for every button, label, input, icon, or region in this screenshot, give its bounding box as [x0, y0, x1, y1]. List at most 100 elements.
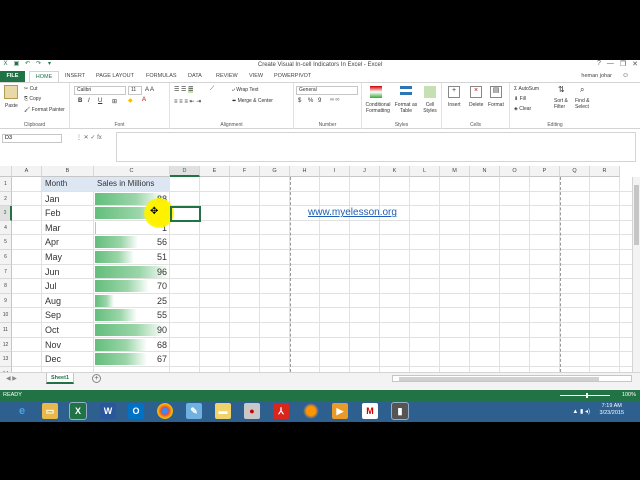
sales-cell[interactable]: 67 — [94, 352, 167, 366]
paint-icon[interactable]: ● — [244, 403, 260, 419]
clock[interactable]: 7:19 AM 3/23/2015 — [600, 403, 624, 417]
row-header-12[interactable]: 12 — [0, 337, 12, 353]
website-link[interactable]: www.myelesson.org — [308, 207, 397, 218]
column-header-f[interactable]: F — [230, 166, 260, 177]
row-header-11[interactable]: 11 — [0, 323, 12, 338]
tab-page-layout[interactable]: PAGE LAYOUT — [96, 73, 134, 79]
month-cell[interactable]: Nov — [45, 338, 61, 352]
autosum-button[interactable]: Σ AutoSum — [514, 86, 539, 92]
column-header-n[interactable]: N — [470, 166, 500, 177]
row-header-10[interactable]: 10 — [0, 308, 12, 323]
month-header[interactable]: Month — [42, 177, 94, 191]
sales-cell[interactable]: 55 — [94, 308, 167, 322]
add-sheet-icon[interactable]: + — [92, 374, 101, 383]
outlook-icon[interactable]: O — [128, 403, 144, 419]
font-size-select[interactable]: 11 — [128, 86, 142, 95]
column-header-i[interactable]: I — [320, 166, 350, 177]
decimal-icon[interactable]: ⁰⁰ ⁰⁰ — [330, 98, 339, 104]
explorer-icon[interactable]: ▭ — [42, 403, 58, 419]
app-icon[interactable]: ▮ — [391, 402, 409, 420]
month-cell[interactable]: Feb — [45, 206, 61, 220]
row-header-9[interactable]: 9 — [0, 293, 12, 309]
wrap-text-button[interactable]: ⤶ Wrap Text — [232, 87, 259, 93]
worksheet-grid[interactable]: ABCDEFGHIJKLMNOPQR1234567891011121314Mon… — [0, 166, 640, 382]
excel-icon[interactable]: X — [69, 402, 87, 420]
fx-icon[interactable]: ⋮ ✕ ✓ fx — [76, 134, 102, 141]
fill-button[interactable]: ⬇ Fill — [514, 96, 526, 102]
column-header-r[interactable]: R — [590, 166, 620, 177]
number-format-select[interactable]: General — [296, 86, 358, 95]
column-header-l[interactable]: L — [410, 166, 440, 177]
copy-button[interactable]: ⎘ Copy — [24, 96, 41, 102]
cell-styles-button[interactable]: Cell Styles — [420, 102, 440, 114]
month-cell[interactable]: Jun — [45, 265, 60, 279]
align-top-icon[interactable]: ☰ ☰ ☰ — [174, 86, 194, 93]
borders-icon[interactable]: ⊞ — [112, 98, 117, 105]
clear-button[interactable]: ◈ Clear — [514, 106, 531, 112]
help-button[interactable]: ? — [597, 60, 601, 68]
font-name-select[interactable]: Calibri — [74, 86, 126, 95]
row-header-13[interactable]: 13 — [0, 352, 12, 367]
sales-cell[interactable]: 56 — [94, 235, 167, 249]
format-painter-button[interactable]: 🖌 Format Painter — [24, 107, 65, 113]
find-select-icon[interactable]: ⌕ — [580, 86, 584, 94]
vertical-scrollbar[interactable] — [632, 177, 640, 372]
sales-cell[interactable]: 68 — [94, 338, 167, 352]
system-tray-icons[interactable]: ▲ ▮ ◂) — [572, 408, 590, 415]
fill-color-icon[interactable]: ◆ — [128, 97, 133, 104]
column-header-p[interactable]: P — [530, 166, 560, 177]
column-header-d[interactable]: D — [170, 166, 200, 177]
conditional-formatting-icon[interactable] — [370, 86, 382, 98]
ie-icon[interactable]: e — [14, 403, 30, 419]
column-header-g[interactable]: G — [260, 166, 290, 177]
chrome-icon[interactable] — [157, 403, 173, 419]
month-cell[interactable]: Apr — [45, 235, 59, 249]
close-button[interactable]: ✕ — [632, 60, 638, 68]
column-header-k[interactable]: K — [380, 166, 410, 177]
align-left-icon[interactable]: ≡ ≡ ≡ ⇤ ⇥ — [174, 98, 201, 105]
percent-button[interactable]: % — [308, 98, 313, 104]
format-table-icon[interactable] — [400, 86, 412, 98]
delete-button[interactable]: Delete — [469, 102, 483, 108]
tab-powerpivot[interactable]: POWERPIVOT — [274, 73, 311, 79]
column-header-q[interactable]: Q — [560, 166, 590, 177]
sheet-nav-icon[interactable]: ◀ ▶ — [6, 375, 17, 382]
row-header-1[interactable]: 1 — [0, 177, 12, 192]
zoom-level[interactable]: 100% — [622, 390, 636, 401]
row-header-2[interactable]: 2 — [0, 191, 12, 207]
sales-cell[interactable]: 25 — [94, 294, 167, 308]
row-header-4[interactable]: 4 — [0, 220, 12, 236]
cut-button[interactable]: ✂ Cut — [24, 86, 37, 92]
horizontal-scroll-thumb[interactable] — [399, 377, 599, 381]
cell-styles-icon[interactable] — [424, 86, 436, 98]
format-cells-icon[interactable]: ▤ — [490, 86, 502, 98]
selected-cell[interactable] — [170, 206, 201, 222]
tab-home[interactable]: HOME — [29, 71, 59, 82]
tab-formulas[interactable]: FORMULAS — [146, 73, 177, 79]
month-cell[interactable]: Jan — [45, 192, 60, 206]
font-grow-icon[interactable]: A A — [145, 87, 154, 93]
vertical-scroll-thumb[interactable] — [634, 185, 639, 245]
restore-button[interactable]: ❐ — [620, 60, 626, 68]
folder-icon[interactable]: ▬ — [215, 403, 231, 419]
insert-button[interactable]: Insert — [448, 102, 461, 108]
comma-button[interactable]: 9 — [318, 98, 321, 104]
delete-cells-icon[interactable]: × — [470, 86, 482, 98]
paste-label[interactable]: Paste — [5, 103, 18, 109]
tab-data[interactable]: DATA — [188, 73, 202, 79]
underline-button[interactable]: U — [98, 98, 102, 104]
merge-center-button[interactable]: ⬌ Merge & Center — [232, 98, 273, 104]
currency-button[interactable]: $ — [298, 98, 301, 104]
column-header-j[interactable]: J — [350, 166, 380, 177]
tab-file[interactable]: FILE — [0, 71, 25, 82]
formula-input[interactable] — [116, 132, 636, 162]
sales-header[interactable]: Sales in Millions — [94, 177, 170, 191]
find-select-button[interactable]: Find & Select — [575, 98, 597, 110]
sales-cell[interactable]: 90 — [94, 323, 167, 337]
format-table-button[interactable]: Format as Table — [394, 102, 418, 114]
row-header-6[interactable]: 6 — [0, 250, 12, 265]
bold-button[interactable]: B — [78, 98, 82, 104]
minimize-button[interactable]: — — [607, 60, 614, 68]
sales-cell[interactable]: 70 — [94, 279, 167, 293]
month-cell[interactable]: Mar — [45, 221, 61, 235]
